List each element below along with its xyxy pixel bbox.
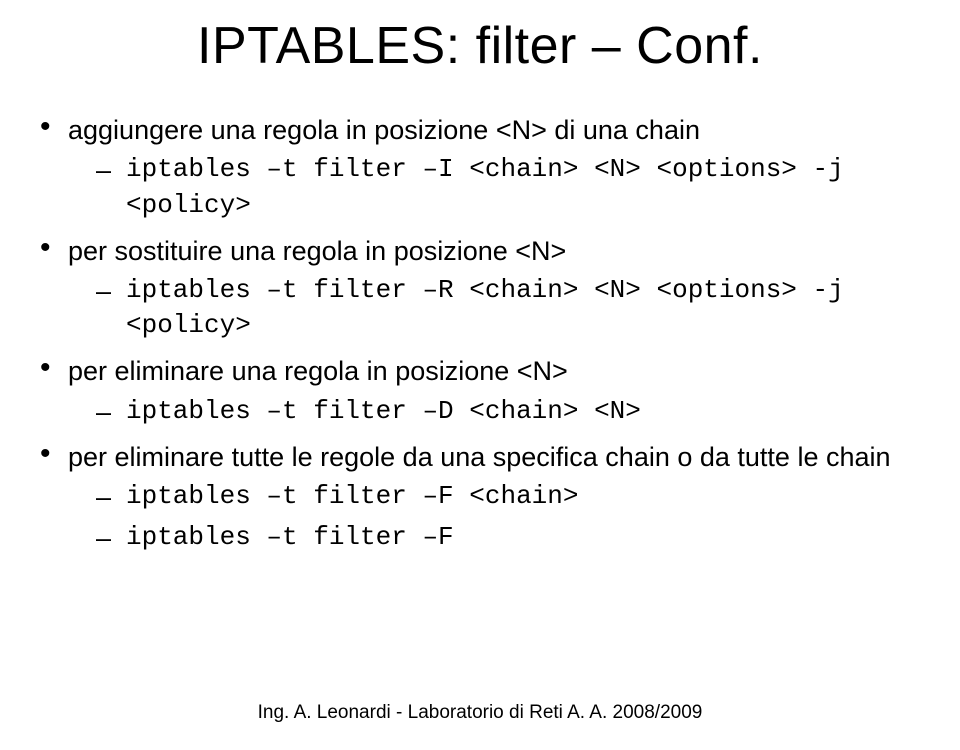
code-line: iptables –t filter –R <chain> <N> <optio… [96,273,920,343]
code-line: iptables –t filter –D <chain> <N> [96,394,920,429]
sub-list: iptables –t filter –D <chain> <N> [68,394,920,429]
sub-list: iptables –t filter –R <chain> <N> <optio… [68,273,920,343]
bullet-text: per sostituire una regola in posizione <… [68,236,566,266]
bullet-item: per eliminare una regola in posizione <N… [40,353,920,429]
code-line: iptables –t filter –I <chain> <N> <optio… [96,152,920,222]
slide-content: aggiungere una regola in posizione <N> d… [40,112,920,555]
sub-list: iptables –t filter –F <chain> iptables –… [68,479,920,555]
slide-title: IPTABLES: filter – Conf. [40,16,920,76]
sub-list: iptables –t filter –I <chain> <N> <optio… [68,152,920,222]
code-line: iptables –t filter –F [96,520,920,555]
bullet-item: per sostituire una regola in posizione <… [40,233,920,344]
code-line: iptables –t filter –F <chain> [96,479,920,514]
bullet-item: per eliminare tutte le regole da una spe… [40,439,920,556]
slide: IPTABLES: filter – Conf. aggiungere una … [0,0,960,750]
bullet-text: per eliminare una regola in posizione <N… [68,356,568,386]
bullet-list: aggiungere una regola in posizione <N> d… [40,112,920,555]
bullet-text: per eliminare tutte le regole da una spe… [68,442,891,472]
slide-footer: Ing. A. Leonardi - Laboratorio di Reti A… [0,702,960,724]
bullet-text: aggiungere una regola in posizione <N> d… [68,115,700,145]
bullet-item: aggiungere una regola in posizione <N> d… [40,112,920,223]
